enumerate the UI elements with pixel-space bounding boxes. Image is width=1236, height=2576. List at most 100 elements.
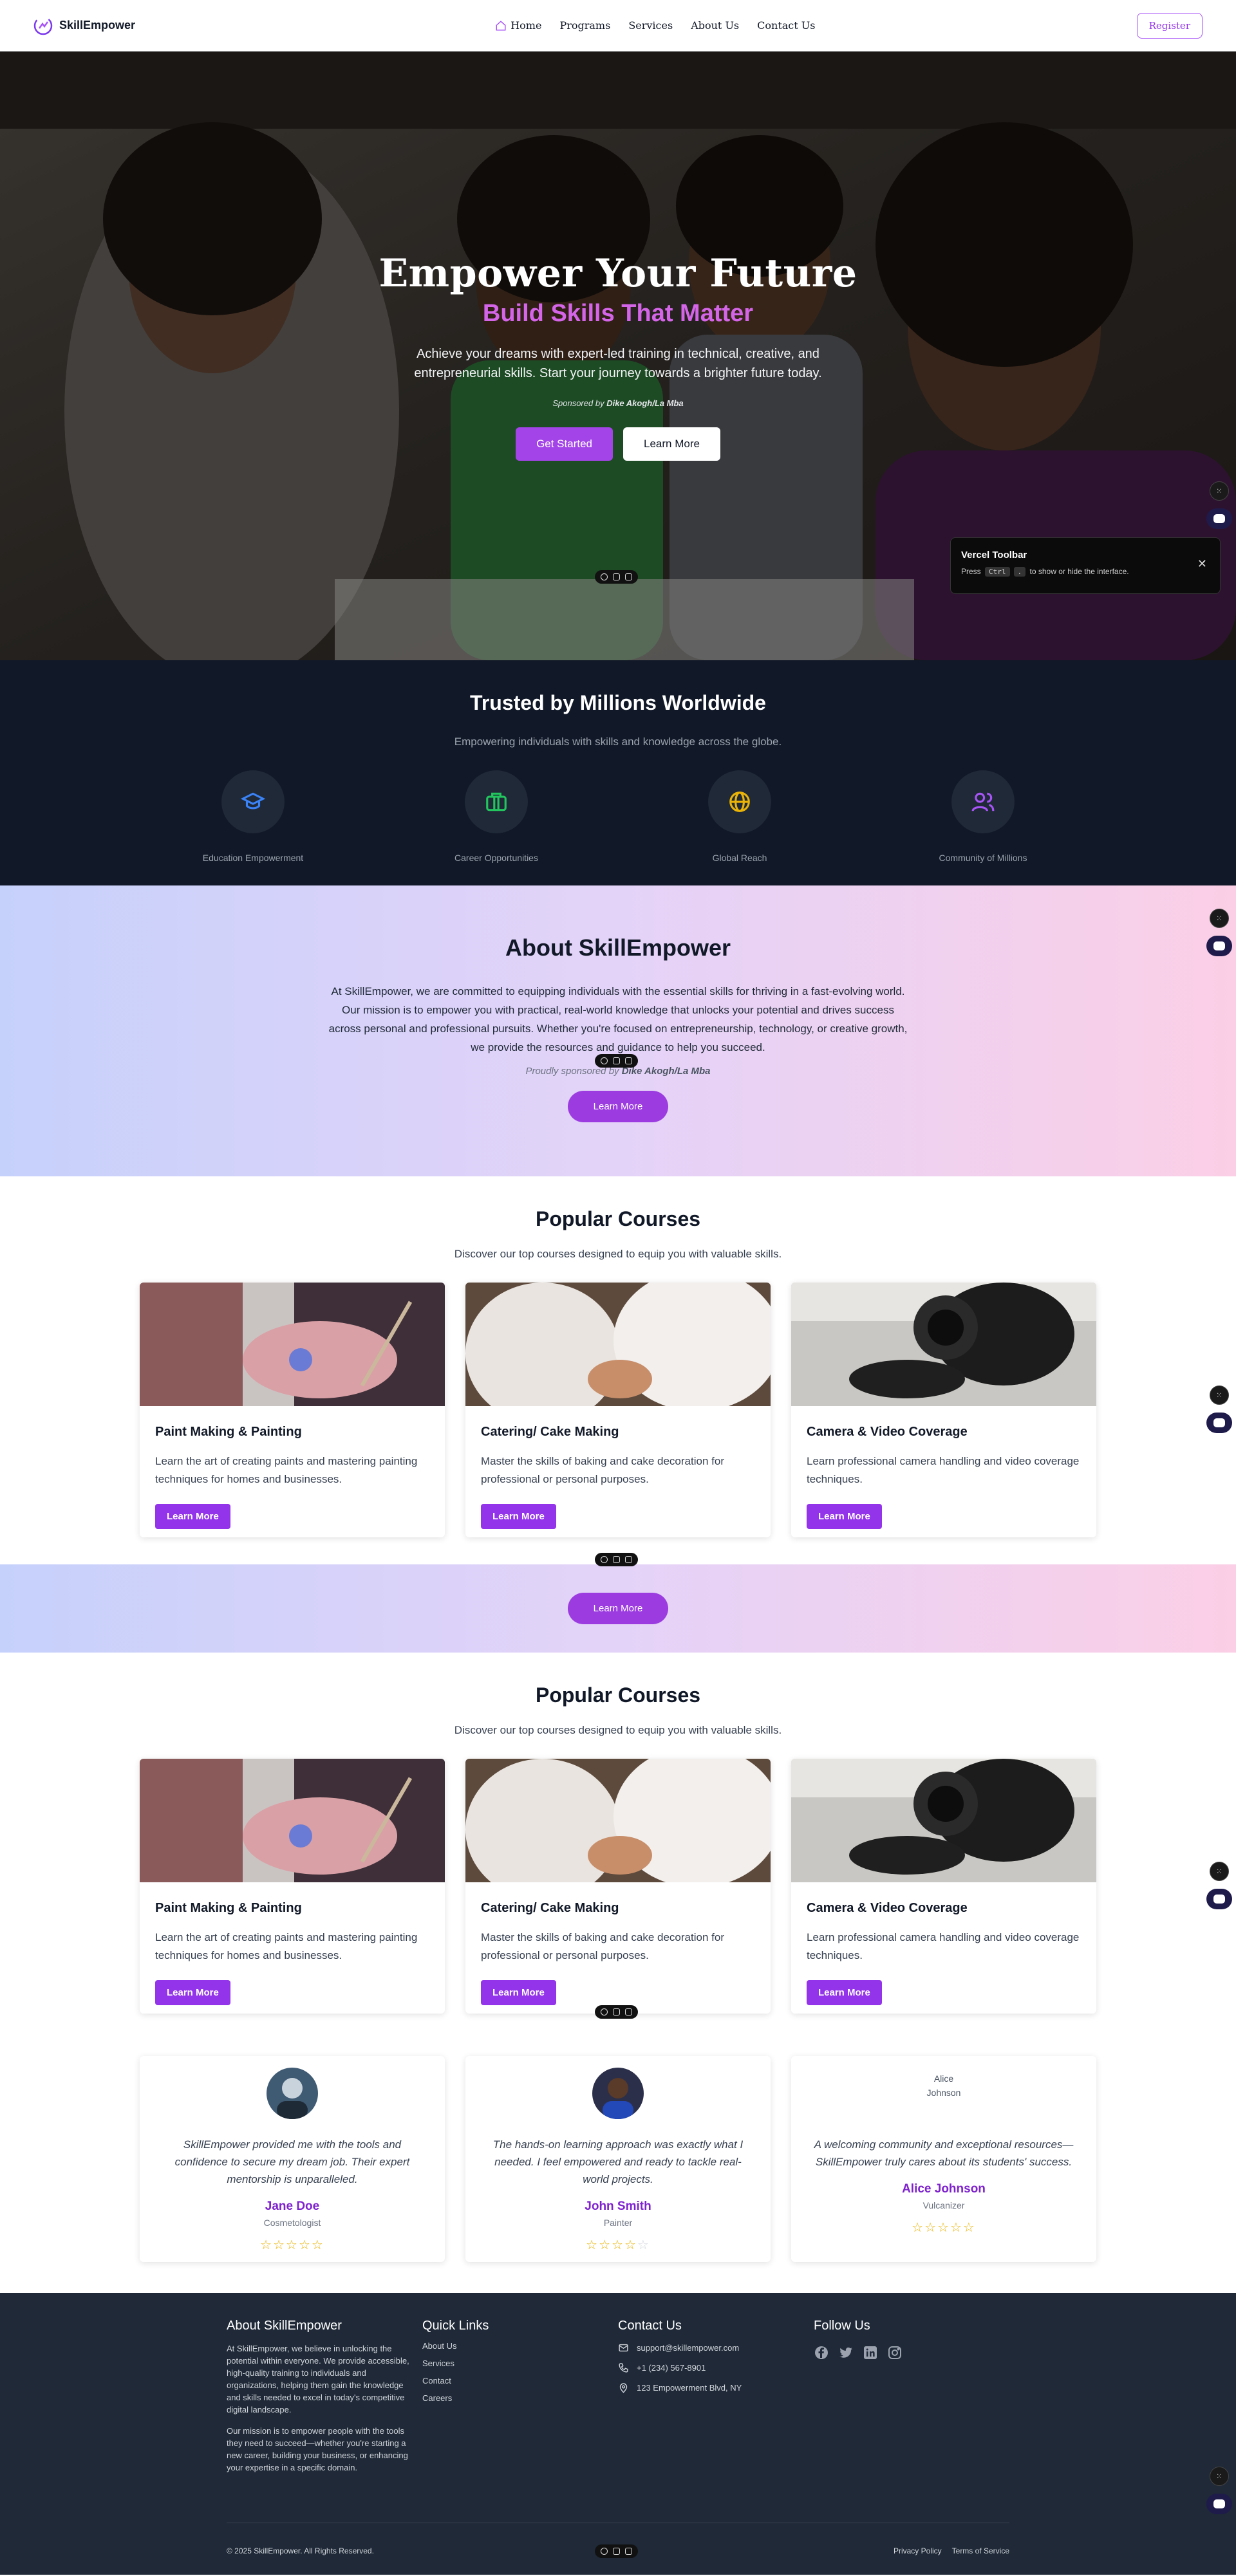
footer-contact: Contact Us support@skillempower.com +1 (…: [618, 2319, 814, 2474]
toolbar-title: Vercel Toolbar: [961, 550, 1027, 561]
register-button[interactable]: Register: [1136, 12, 1203, 39]
twitter-icon[interactable]: [838, 2345, 854, 2360]
chatbot-icon[interactable]: [1206, 508, 1232, 529]
course-body: Camera & Video Coverage Learn profession…: [791, 1409, 1096, 1537]
grid-icon[interactable]: ⁙: [1210, 1385, 1229, 1405]
instagram-icon[interactable]: [887, 2345, 903, 2360]
course-body: Paint Making & Painting Learn the art of…: [140, 1409, 445, 1537]
nav-link-services[interactable]: Services: [628, 19, 673, 32]
star-filled-icon: ☆: [599, 2238, 612, 2252]
hero-learn-more-button[interactable]: Learn More: [623, 427, 720, 461]
footer-about: About SkillEmpower At SkillEmpower, we b…: [227, 2319, 422, 2474]
footer-email[interactable]: support@skillempower.com: [618, 2342, 814, 2353]
testimonial-quote: SkillEmpower provided me with the tools …: [174, 2138, 410, 2185]
course-card: Paint Making & Painting Learn the art of…: [140, 1283, 445, 1537]
star-filled-icon: ☆: [962, 2221, 976, 2235]
logo-icon: [33, 16, 53, 35]
footer-link-careers[interactable]: Careers: [422, 2393, 618, 2403]
footer-link-about[interactable]: About Us: [422, 2341, 618, 2351]
get-started-button[interactable]: Get Started: [516, 427, 613, 461]
course-learn-more-button[interactable]: Learn More: [155, 1980, 230, 2005]
star-filled-icon: ☆: [950, 2221, 963, 2235]
footer-link-services[interactable]: Services: [422, 2358, 618, 2368]
courses-title: Popular Courses: [535, 1683, 701, 1707]
avatar-image: [267, 2068, 318, 2119]
course-learn-more-button[interactable]: Learn More: [807, 1504, 882, 1529]
star-filled-icon: ☆: [298, 2238, 312, 2252]
testimonial-name: Jane Doe: [265, 2200, 320, 2213]
stat-career: Career Opportunities: [375, 770, 618, 863]
footer-address: 123 Empowerment Blvd, NY: [618, 2382, 814, 2393]
avatar-alt-text: Alice Johnson: [791, 2068, 1096, 2119]
grid-icon[interactable]: ⁙: [1210, 909, 1229, 928]
grid-icon[interactable]: ⁙: [1210, 481, 1229, 501]
star-filled-icon: ☆: [912, 2221, 925, 2235]
nav-link-about[interactable]: About Us: [691, 19, 739, 32]
stat-label: Education Empowerment: [202, 853, 304, 863]
facebook-icon[interactable]: [814, 2345, 829, 2360]
stats-row: Education Empowerment Career Opportuniti…: [0, 770, 1236, 863]
footer-link-contact[interactable]: Contact: [422, 2376, 618, 2386]
grid-icon[interactable]: ⁙: [1210, 1862, 1229, 1881]
dev-toolbar-pill[interactable]: [595, 2544, 638, 2558]
chatbot-icon[interactable]: [1206, 2494, 1232, 2514]
brand-logo[interactable]: SkillEmpower: [33, 16, 135, 35]
hero-subtitle: Build Skills That Matter: [482, 300, 754, 327]
avatar: [267, 2068, 318, 2119]
star-filled-icon: ☆: [311, 2238, 324, 2252]
courses-section: Popular Courses Discover our top courses…: [0, 1176, 1236, 1653]
course-learn-more-button[interactable]: Learn More: [807, 1980, 882, 2005]
course-learn-more-button[interactable]: Learn More: [155, 1504, 230, 1529]
trusted-subtitle: Empowering individuals with skills and k…: [454, 736, 782, 748]
footer-follow: Follow Us: [814, 2319, 1009, 2474]
dev-toolbar-pill[interactable]: [595, 1553, 638, 1566]
email-text: support@skillempower.com: [637, 2343, 740, 2353]
band-learn-more-button[interactable]: Learn More: [567, 1593, 669, 1624]
footer-quick-title: Quick Links: [422, 2319, 489, 2333]
hero-section: Empower Your Future Build Skills That Ma…: [0, 51, 1236, 660]
menu-icon: [625, 1556, 632, 1563]
nav-link-contact[interactable]: Contact Us: [757, 19, 815, 32]
catering-image: [465, 1759, 771, 1900]
courses-title: Popular Courses: [535, 1207, 701, 1230]
chatbot-icon[interactable]: [1206, 1889, 1232, 1909]
sponsor-name: Dike Akogh/La Mba: [621, 1066, 711, 1077]
comment-icon: [601, 2548, 608, 2555]
course-title: Paint Making & Painting: [155, 1901, 302, 1915]
dev-toolbar-pill[interactable]: [595, 2005, 638, 2019]
testimonial-card: SkillEmpower provided me with the tools …: [140, 2056, 445, 2262]
footer-about-title: About SkillEmpower: [227, 2319, 342, 2333]
dev-toolbar-pill[interactable]: [595, 570, 638, 584]
close-icon[interactable]: ✕: [1197, 557, 1207, 571]
linkedin-icon[interactable]: [863, 2345, 878, 2360]
footer-phone[interactable]: +1 (234) 567-8901: [618, 2362, 814, 2373]
nav-link-home[interactable]: Home: [495, 19, 541, 32]
course-learn-more-button[interactable]: Learn More: [481, 1980, 556, 2005]
side-widget: ⁙: [1206, 909, 1232, 956]
course-description: Learn professional camera handling and v…: [807, 1455, 1080, 1485]
testimonial-card: Alice Johnson A welcoming community and …: [791, 2056, 1096, 2262]
legal-links: Privacy Policy Terms of Service: [894, 2546, 1009, 2555]
chatbot-icon[interactable]: [1206, 1413, 1232, 1433]
course-learn-more-button[interactable]: Learn More: [481, 1504, 556, 1529]
nav-link-programs[interactable]: Programs: [559, 19, 610, 32]
testimonial-card: The hands-on learning approach was exact…: [465, 2056, 771, 2262]
chatbot-icon[interactable]: [1206, 936, 1232, 956]
stat-community: Community of Millions: [861, 770, 1105, 863]
star-rating: ☆☆☆☆☆: [140, 2237, 445, 2253]
privacy-link[interactable]: Privacy Policy: [894, 2546, 942, 2555]
about-learn-more-button[interactable]: Learn More: [567, 1091, 669, 1122]
menu-icon: [625, 573, 632, 580]
course-title: Camera & Video Coverage: [807, 1901, 968, 1915]
testimonial-name: Alice Johnson: [902, 2182, 986, 2196]
hero-buttons: Get Started Learn More: [0, 427, 1236, 461]
avatar-image: [592, 2068, 644, 2119]
terms-link[interactable]: Terms of Service: [952, 2546, 1009, 2555]
course-body: Catering/ Cake Making Master the skills …: [465, 1886, 771, 2014]
learn-more-band: Learn More: [0, 1564, 1236, 1653]
mail-icon: [619, 2344, 628, 2352]
stat-label: Global Reach: [712, 853, 767, 863]
grid-icon[interactable]: ⁙: [1210, 2467, 1229, 2486]
top-navbar: SkillEmpower Home Programs Services Abou…: [0, 0, 1236, 51]
dev-toolbar-pill[interactable]: [595, 1054, 638, 1068]
